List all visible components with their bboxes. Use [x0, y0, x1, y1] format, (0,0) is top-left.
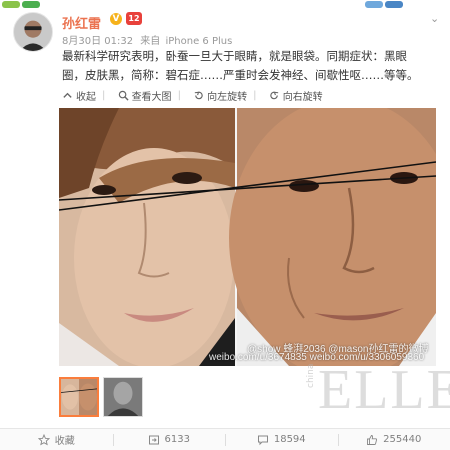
comment-button[interactable]: 18594 — [225, 429, 338, 450]
rotate-left-icon — [194, 91, 203, 100]
favorite-button[interactable]: 收藏 — [0, 429, 113, 450]
collapse-button[interactable]: 收起 | — [62, 88, 105, 103]
level-badge: 12 — [126, 12, 142, 25]
action-bar: 收藏 6133 18594 255440 — [0, 428, 450, 450]
thumbs-up-icon — [367, 434, 378, 445]
comment-icon — [257, 435, 268, 445]
collapse-label: 收起 — [76, 92, 96, 103]
view-large-button[interactable]: 查看大图 | — [118, 88, 181, 103]
rotate-left-button[interactable]: 向左旋转 | — [193, 88, 257, 103]
repost-button[interactable]: 6133 — [112, 429, 226, 450]
face-comparison-photo — [59, 108, 436, 366]
verified-badge: V — [110, 13, 122, 25]
thumbnail-2-image — [104, 378, 142, 416]
post-text: 最新科学研究表明，卧蚕一旦大于眼睛，就是眼袋。同期症状：黑眼圈，皮肤黑，简称：碧… — [62, 49, 419, 82]
like-button[interactable]: 255440 — [337, 429, 450, 450]
rotate-right-icon — [269, 91, 278, 100]
post-source[interactable]: iPhone 6 Plus — [165, 36, 232, 47]
thumbnail-1[interactable] — [59, 377, 99, 417]
decoration-right-2 — [385, 1, 403, 8]
favorite-label: 收藏 — [54, 436, 75, 447]
repost-count: 6133 — [164, 434, 190, 445]
elle-watermark-cn: china — [306, 363, 316, 388]
comment-count: 18594 — [273, 434, 306, 445]
view-large-label: 查看大图 — [131, 92, 172, 103]
post-meta: 8月30日 01:32 来自 iPhone 6 Plus — [62, 32, 232, 47]
rotate-right-label: 向右旋转 — [282, 92, 323, 103]
user-name[interactable]: 孙红雷 — [62, 13, 101, 32]
post-date[interactable]: 8月30日 01:32 — [62, 32, 133, 47]
toolbar-divider: | — [177, 90, 181, 101]
rotate-left-label: 向左旋转 — [207, 92, 248, 103]
magnifier-icon — [118, 90, 129, 101]
avatar-image — [14, 13, 52, 51]
chevron-down-icon[interactable]: ⌄ — [430, 13, 440, 24]
repost-icon — [148, 435, 159, 444]
post-image[interactable]: @show 蜂湃2036 @mason孙红雷的微博 weibo.com/u/36… — [59, 108, 436, 366]
image-toolbar: 收起 | 查看大图 | 向左旋转 | 向右旋转 — [62, 88, 332, 104]
decoration-right-1 — [365, 1, 383, 8]
elle-watermark: ELLE — [318, 359, 450, 421]
avatar[interactable] — [13, 12, 53, 52]
thumbnail-1-image — [61, 379, 97, 415]
rotate-right-button[interactable]: 向右旋转 — [269, 88, 323, 103]
source-prefix: 来自 — [140, 36, 161, 47]
decoration-left-1 — [2, 1, 20, 8]
thumbnail-2[interactable] — [103, 377, 143, 417]
star-icon — [37, 433, 50, 445]
collapse-icon — [63, 92, 72, 98]
toolbar-divider: | — [102, 90, 106, 101]
decoration-left-2 — [22, 1, 40, 8]
toolbar-divider: | — [253, 90, 257, 101]
like-count: 255440 — [383, 434, 422, 445]
top-decoration-strip — [0, 0, 450, 10]
